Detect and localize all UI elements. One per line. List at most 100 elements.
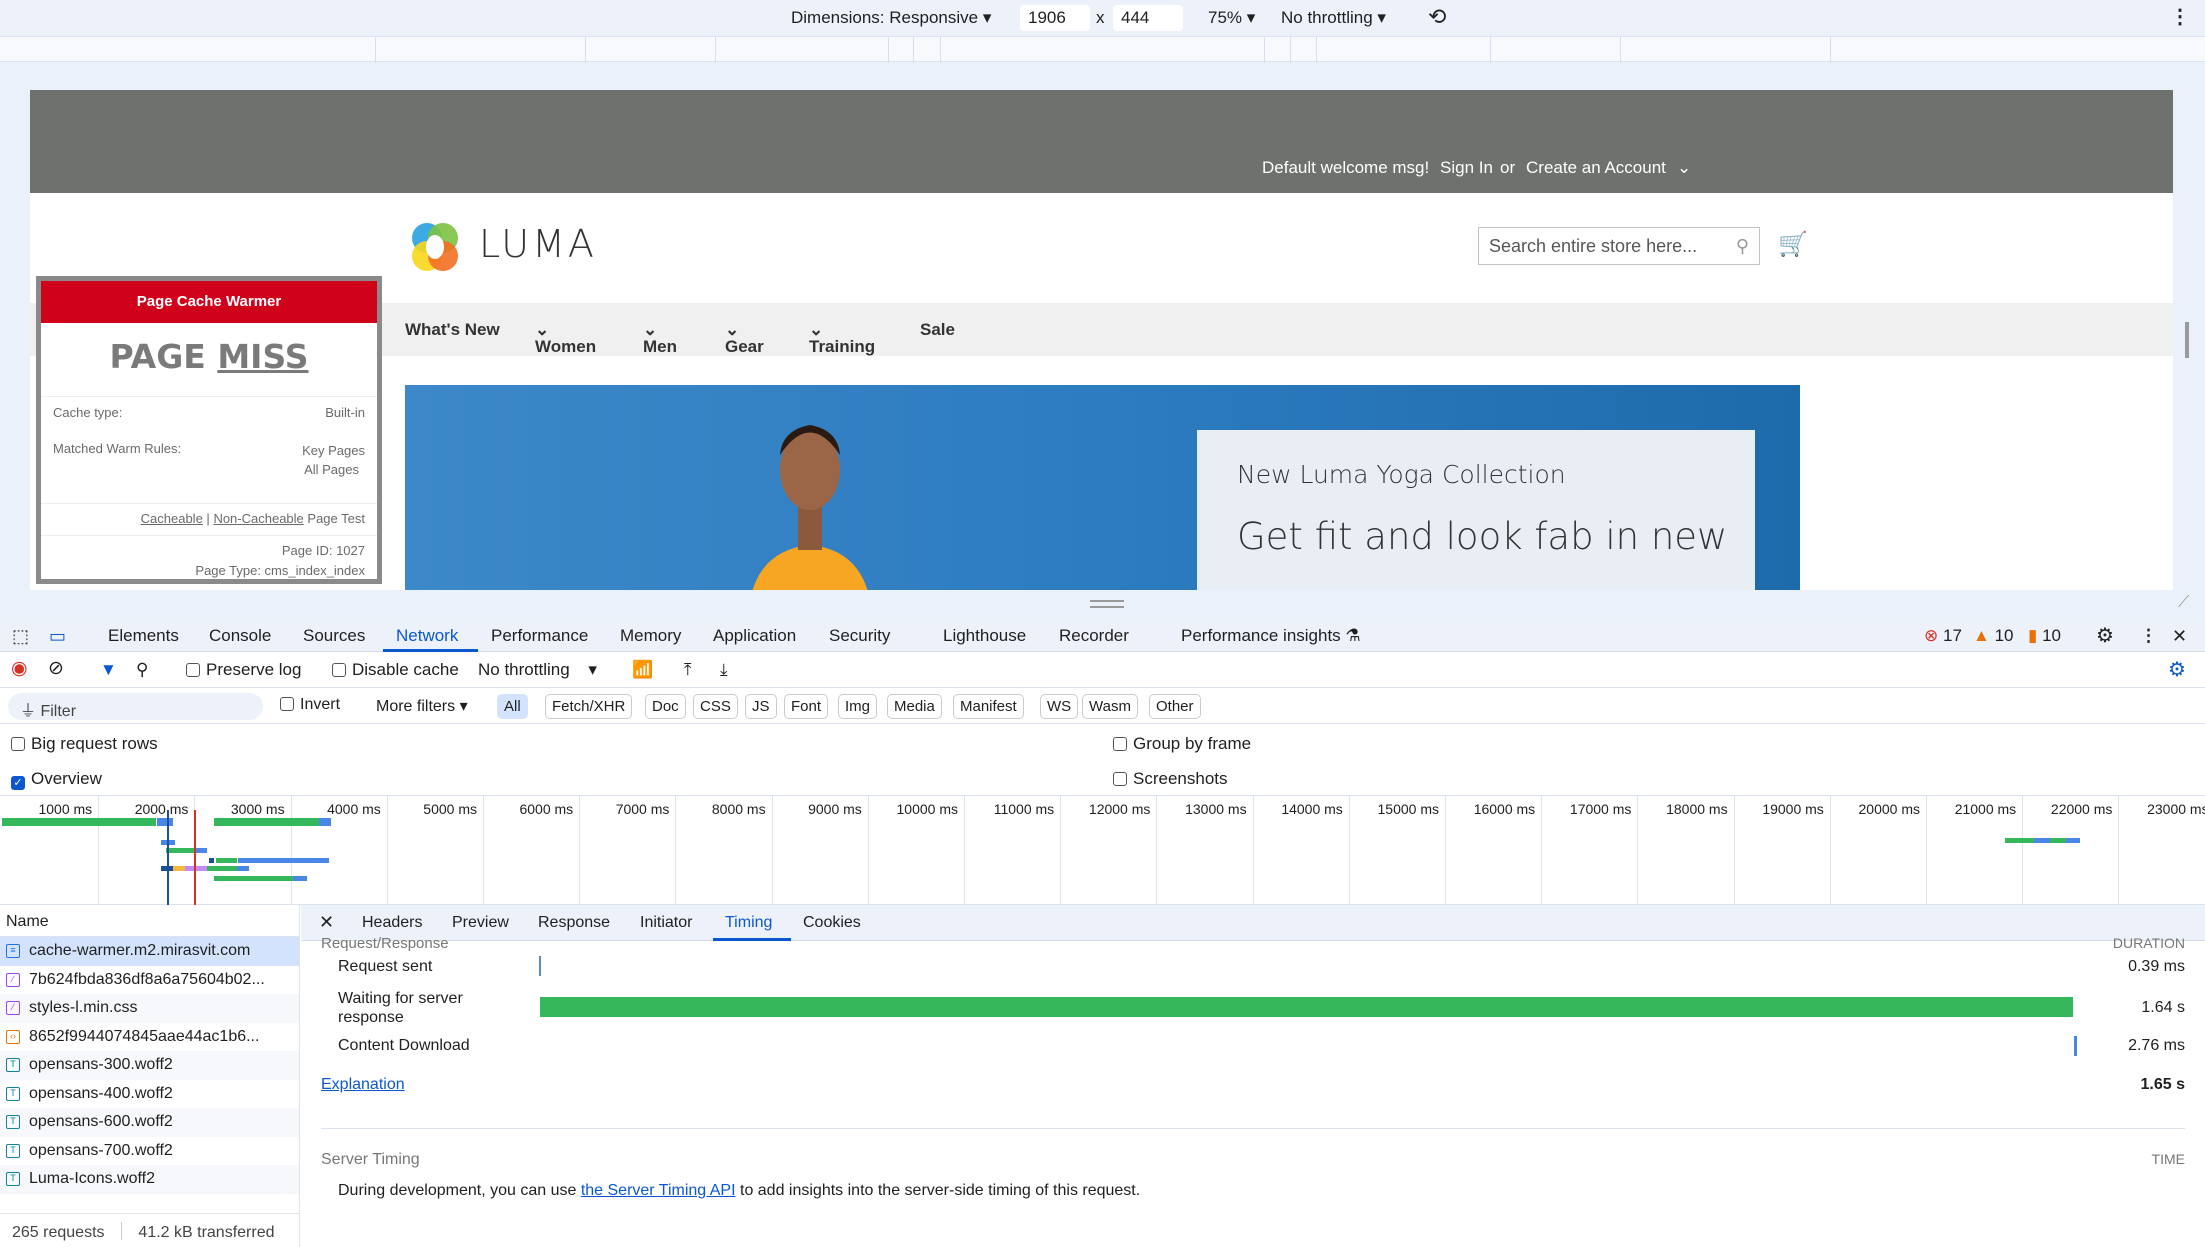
create-account-link[interactable]: Create an Account xyxy=(1526,158,1666,178)
cart-icon[interactable]: 🛒 xyxy=(1778,230,1808,259)
request-row[interactable]: Topensans-300.woff2 xyxy=(0,1051,299,1080)
filter-all[interactable]: All xyxy=(497,694,528,719)
more-options-icon[interactable]: ⋮ xyxy=(2170,4,2190,29)
record-stop-icon[interactable]: ◉ xyxy=(11,657,28,680)
viewport-scrollbar[interactable] xyxy=(2178,90,2205,610)
request-row[interactable]: ⁄ styles-l.min.css xyxy=(0,994,299,1023)
close-detail-icon[interactable]: ✕ xyxy=(319,912,334,933)
filter-manifest[interactable]: Manifest xyxy=(953,694,1024,719)
filter-toggle-icon[interactable]: ▼ xyxy=(100,660,117,680)
filter-other[interactable]: Other xyxy=(1149,694,1201,719)
request-row[interactable]: Topensans-400.woff2 xyxy=(0,1080,299,1109)
more-filters-dropdown[interactable]: More filters ▾ xyxy=(376,696,468,716)
height-input[interactable]: 444 xyxy=(1113,5,1183,31)
request-row[interactable]: Topensans-600.woff2 xyxy=(0,1108,299,1137)
corner-resize-icon[interactable]: ⟋ xyxy=(2178,594,2189,612)
non-cacheable-test-link[interactable]: Non-Cacheable xyxy=(213,511,303,526)
filter-ws[interactable]: WS xyxy=(1040,694,1079,719)
warning-count[interactable]: ▲ 10 xyxy=(1973,626,2013,646)
tab-console[interactable]: Console xyxy=(209,626,271,646)
cacheable-test-link[interactable]: Cacheable xyxy=(141,511,203,526)
server-timing-api-link[interactable]: the Server Timing API xyxy=(581,1182,736,1199)
filter-input[interactable]: ⏚ Filter xyxy=(8,693,263,720)
filter-fetch-xhr[interactable]: Fetch/XHR xyxy=(545,694,633,719)
request-row[interactable]: ≡ cache-warmer.m2.mirasvit.com xyxy=(0,937,299,966)
miss-link[interactable]: MISS xyxy=(217,337,308,376)
filter-media[interactable]: Media xyxy=(887,694,942,719)
tab-security[interactable]: Security xyxy=(829,626,890,646)
luma-logo-icon[interactable] xyxy=(405,218,465,278)
explanation-link[interactable]: Explanation xyxy=(321,1076,405,1094)
export-har-icon[interactable]: ⤓ xyxy=(720,660,728,680)
preserve-log-checkbox[interactable]: Preserve log xyxy=(186,660,301,680)
viewport-resize-handle[interactable] xyxy=(1090,600,1124,608)
import-har-icon[interactable]: ⤒ xyxy=(684,660,692,680)
tab-performance-insights[interactable]: Performance insights ⚗ xyxy=(1181,626,1361,646)
nav-gear[interactable]: Gear ⌄ xyxy=(725,320,764,356)
inspect-element-icon[interactable]: ⬚ xyxy=(12,626,29,647)
disable-cache-checkbox[interactable]: Disable cache xyxy=(332,660,459,680)
dimensions-dropdown[interactable]: Dimensions: Responsive ▾ xyxy=(791,8,991,28)
throttling-dropdown[interactable]: No throttling ▾ xyxy=(1281,8,1386,28)
tab-preview[interactable]: Preview xyxy=(452,914,509,932)
tab-memory[interactable]: Memory xyxy=(620,626,681,646)
request-row[interactable]: ‹› 8652f9944074845aae44ac1b6... xyxy=(0,1023,299,1052)
issues-count[interactable]: ▮ 10 xyxy=(2028,626,2061,646)
settings-gear-icon[interactable]: ⚙ xyxy=(2096,623,2114,648)
tab-application[interactable]: Application xyxy=(713,626,796,646)
duration-header: DURATION xyxy=(2112,935,2185,951)
request-row[interactable]: ⁄ 7b624fbda836df8a6a75604b02... xyxy=(0,966,299,995)
screenshots-checkbox[interactable]: Screenshots xyxy=(1113,769,1228,789)
error-count[interactable]: ⊗ 17 xyxy=(1924,626,1962,646)
filter-wasm[interactable]: Wasm xyxy=(1082,694,1138,719)
zoom-dropdown[interactable]: 75% ▾ xyxy=(1208,8,1255,28)
tab-lighthouse[interactable]: Lighthouse xyxy=(943,626,1026,646)
request-row[interactable]: T Luma-Icons.woff2 xyxy=(0,1165,299,1194)
scroll-handle[interactable] xyxy=(2185,322,2189,358)
store-search-input[interactable]: Search entire store here... ⚲ xyxy=(1478,227,1760,265)
overview-checkbox[interactable]: ✓ Overview xyxy=(11,769,102,790)
filter-font[interactable]: Font xyxy=(784,694,829,719)
nav-sale[interactable]: Sale xyxy=(920,320,955,340)
request-row[interactable]: Topensans-700.woff2 xyxy=(0,1137,299,1166)
currency-switcher[interactable]: USD - US Dollar ⌄ xyxy=(1677,158,1801,245)
tab-cookies[interactable]: Cookies xyxy=(803,914,861,932)
filter-doc[interactable]: Doc xyxy=(645,694,686,719)
tab-performance[interactable]: Performance xyxy=(491,626,588,646)
invert-checkbox[interactable]: Invert xyxy=(280,696,340,714)
name-column-header[interactable]: Name xyxy=(0,905,299,937)
close-devtools-icon[interactable]: ✕ xyxy=(2172,626,2187,647)
network-settings-icon[interactable]: ⚙ xyxy=(2168,657,2186,682)
nav-whats-new[interactable]: What's New xyxy=(405,320,500,340)
sign-in-link[interactable]: Sign In xyxy=(1440,158,1493,178)
nav-men[interactable]: Men ⌄ xyxy=(643,320,677,356)
filter-img[interactable]: Img xyxy=(838,694,878,719)
tab-recorder[interactable]: Recorder xyxy=(1059,626,1129,646)
media-query-ruler[interactable] xyxy=(0,36,2205,63)
tab-initiator[interactable]: Initiator xyxy=(640,914,692,932)
tab-timing[interactable]: Timing xyxy=(725,914,772,932)
big-request-rows-checkbox[interactable]: Big request rows xyxy=(11,734,158,754)
device-toggle-icon[interactable]: ▭ xyxy=(49,626,66,647)
tab-response[interactable]: Response xyxy=(538,914,610,932)
tab-elements[interactable]: Elements xyxy=(108,626,179,646)
hero-banner[interactable]: New Luma Yoga Collection Get fit and loo… xyxy=(405,385,1800,590)
more-menu-icon[interactable]: ⋮ xyxy=(2140,626,2157,646)
filter-css[interactable]: CSS xyxy=(693,694,738,719)
nav-training[interactable]: Training ⌄ xyxy=(809,320,875,356)
luma-logo-text[interactable]: LUMA xyxy=(479,222,597,266)
clear-icon[interactable]: ⊘ xyxy=(48,657,64,680)
network-conditions-icon[interactable]: 📶 xyxy=(632,660,653,680)
rotate-icon[interactable]: ⟲ xyxy=(1428,4,1446,30)
group-by-frame-checkbox[interactable]: Group by frame xyxy=(1113,734,1251,754)
search-icon[interactable]: ⚲ xyxy=(136,660,148,680)
network-throttling-dropdown[interactable]: No throttling ▾ xyxy=(478,660,597,680)
nav-women[interactable]: Women ⌄ xyxy=(535,320,596,356)
tab-network[interactable]: Network xyxy=(396,626,458,646)
filter-js[interactable]: JS xyxy=(745,694,777,719)
search-icon[interactable]: ⚲ xyxy=(1736,236,1749,257)
network-overview[interactable]: 1000 ms 2000 ms 3000 ms 4000 ms 5000 ms 6000 … xyxy=(0,795,2205,906)
tab-headers[interactable]: Headers xyxy=(362,914,422,932)
width-input[interactable]: 1906 xyxy=(1020,5,1090,31)
tab-sources[interactable]: Sources xyxy=(303,626,365,646)
